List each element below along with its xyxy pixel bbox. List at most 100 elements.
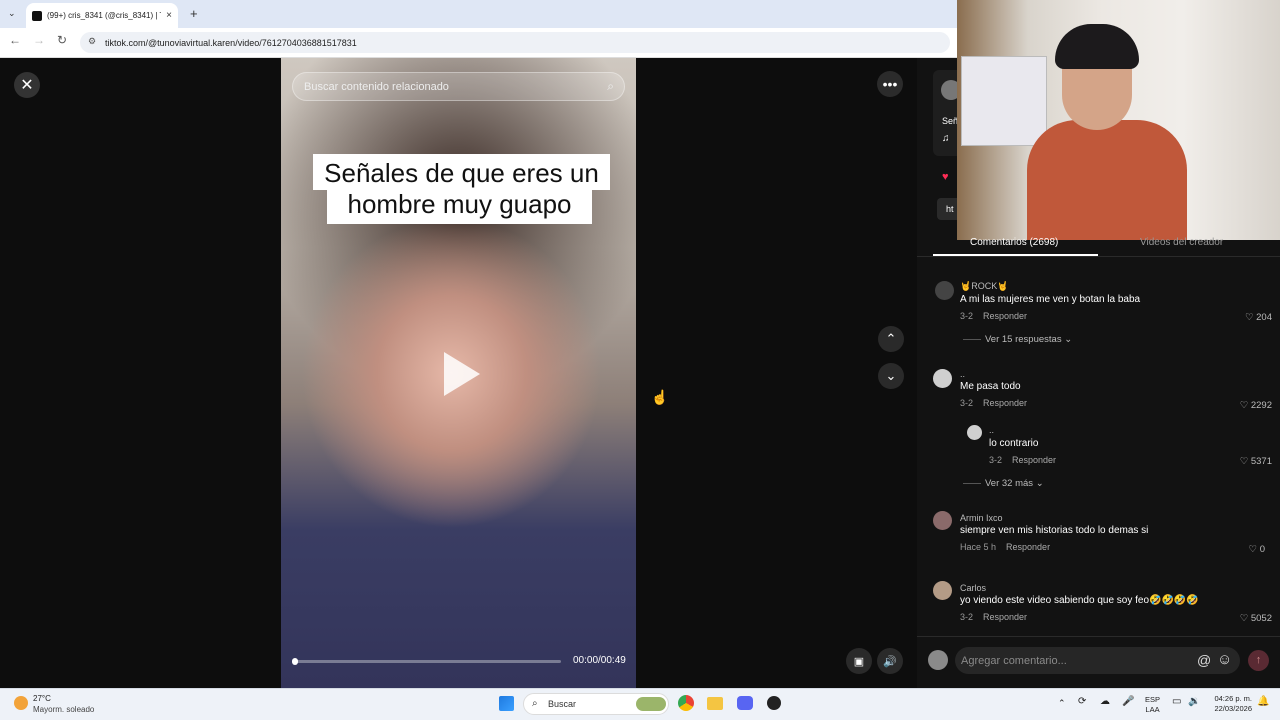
like-count: 0 [1259,544,1265,555]
view-more-replies-button[interactable]: Ver 32 más ⌄ [985,478,1044,489]
weather-desc[interactable]: Mayorm. soleado [33,705,94,714]
site-info-icon[interactable]: ⚙ [88,36,96,47]
comment-text: yo viendo este video sabiendo que soy fe… [960,595,1199,606]
reply-button[interactable]: Responder [983,612,1027,622]
tab-close-icon[interactable]: × [166,10,172,21]
windows-start-icon[interactable] [499,696,514,711]
clock[interactable]: 04:26 p. m. 22/03/2026 [1208,694,1252,714]
comment-date: 3-2 [960,398,974,408]
music-note-icon[interactable]: ♫ [942,133,950,144]
language-indicator[interactable]: ESP LAA [1145,695,1160,715]
comment-text: siempre ven mis historias todo lo demas … [960,525,1149,536]
view-replies-button[interactable]: Ver 15 respuestas ⌄ [985,334,1072,345]
float-player-icon[interactable]: ▣ [846,648,872,674]
close-video-button[interactable]: ✕ [14,72,40,98]
comment-likes[interactable]: ♡ 204 [1222,312,1272,323]
like-count: 5052 [1250,613,1272,624]
taskbar-search-label: Buscar [548,699,577,709]
my-avatar[interactable] [928,650,948,670]
view-replies-label: Ver 15 respuestas [985,334,1062,345]
taskbar-search[interactable]: ⌕ Buscar [523,693,669,715]
comment-user[interactable]: Armin Ixco [960,513,1003,523]
discord-icon[interactable] [737,696,753,710]
video-caption-line-1: Señales de que eres un [313,154,610,190]
comment-user[interactable]: .. [960,369,965,379]
comment-meta: 3-2 Responder [960,398,1027,408]
comment-avatar[interactable] [933,581,952,600]
reply-likes[interactable]: ♡ 5371 [1222,456,1272,467]
like-heart-icon[interactable]: ♥ [942,171,949,183]
back-icon[interactable]: ← [9,33,21,47]
app-icon[interactable] [767,696,781,710]
volume-icon[interactable]: 🔊 [877,648,903,674]
comment-likes[interactable]: ♡ 5052 [1222,613,1272,624]
comment-likes[interactable]: ♡ 2292 [1222,400,1272,411]
webcam-person-hair [1055,24,1139,69]
file-explorer-icon[interactable] [707,697,723,710]
weather-icon[interactable] [14,696,28,710]
like-count: 204 [1256,312,1272,323]
webcam-overlay [957,0,1280,240]
reply-button[interactable]: Responder [1006,542,1050,552]
comment-text: Me pasa todo [960,381,1021,392]
reply-avatar[interactable] [967,425,982,440]
cloud-icon[interactable]: ☁ [1100,697,1110,707]
volume-tray-icon[interactable]: 🔉 [1188,697,1200,707]
chrome-icon[interactable] [678,695,694,711]
tab-comments[interactable]: Comentarios (2698) [970,237,1058,248]
replies-line [963,339,981,340]
forward-icon[interactable]: → [33,33,45,47]
language-code: ESP [1145,695,1161,704]
webcam-person-body [1027,120,1187,240]
comment-avatar[interactable] [933,369,952,388]
reply-button[interactable]: Responder [1012,455,1056,465]
comment-avatar[interactable] [935,281,954,300]
mention-icon[interactable]: @ [1197,652,1211,668]
tab-creator-videos[interactable]: Videos del creador [1140,237,1223,248]
comment-date: 3-2 [960,612,974,622]
emoji-icon[interactable]: ☺ [1217,651,1232,668]
search-highlight-icon [636,697,666,711]
video-progress-bar[interactable] [292,658,561,665]
reply-button[interactable]: Responder [983,311,1027,321]
comment-input-placeholder: Agregar comentario... [961,654,1067,667]
comment-avatar[interactable] [933,511,952,530]
progress-knob[interactable] [292,658,298,665]
search-icon[interactable]: ⌕ [607,79,614,94]
tray-overflow-icon[interactable]: ⌃ [1058,698,1066,708]
reply-date: 3-2 [989,455,1003,465]
comment-meta: 3-2 Responder [960,612,1027,622]
more-options-icon[interactable]: ••• [877,71,903,97]
play-icon[interactable] [444,352,480,396]
search-icon: ⌕ [532,698,538,709]
send-comment-button[interactable]: ↑ [1248,650,1269,671]
browser-tab-active[interactable]: (99+) cris_8341 (@cris_8341) | TikTok × [26,3,178,28]
microphone-icon[interactable]: 🎤 [1122,697,1134,707]
reload-icon[interactable]: ↻ [57,33,67,47]
reply-button[interactable]: Responder [983,398,1027,408]
notification-icon[interactable]: 🔔 [1257,697,1269,707]
comment-likes[interactable]: ♡ 0 [1215,544,1265,555]
network-icon[interactable]: ▭ [1172,697,1181,707]
url-input[interactable]: ⚙ tiktok.com/@tunoviavirtual.karen/video… [80,32,950,53]
view-more-label: Ver 32 más [985,478,1034,489]
next-video-button[interactable]: ⌄ [878,363,904,389]
related-search-input[interactable]: Buscar contenido relacionado ⌕ [292,72,625,101]
clock-time: 04:26 p. m. [1214,694,1252,703]
related-search-placeholder: Buscar contenido relacionado [304,80,449,93]
heart-outline-icon: ♡ [1239,613,1251,624]
replies-line [963,483,981,484]
previous-video-button[interactable]: ⌃ [878,326,904,352]
new-tab-button[interactable]: + [190,6,198,21]
url-text: tiktok.com/@tunoviavirtual.karen/video/7… [105,37,357,48]
comment-user[interactable]: Carlos [960,583,986,593]
heart-outline-icon: ♡ [1239,400,1251,411]
tab-separator [917,256,1280,257]
video-time: 00:00/00:49 [573,655,626,666]
sync-icon[interactable]: ⟳ [1078,697,1086,707]
tab-list-chevron-icon[interactable]: ⌄ [8,8,16,19]
comment-user[interactable]: 🤘ROCK🤘 [960,281,1008,292]
weather-temp[interactable]: 27°C [33,694,51,703]
reply-meta: 3-2 Responder [989,455,1056,465]
reply-user[interactable]: .. [989,425,994,435]
